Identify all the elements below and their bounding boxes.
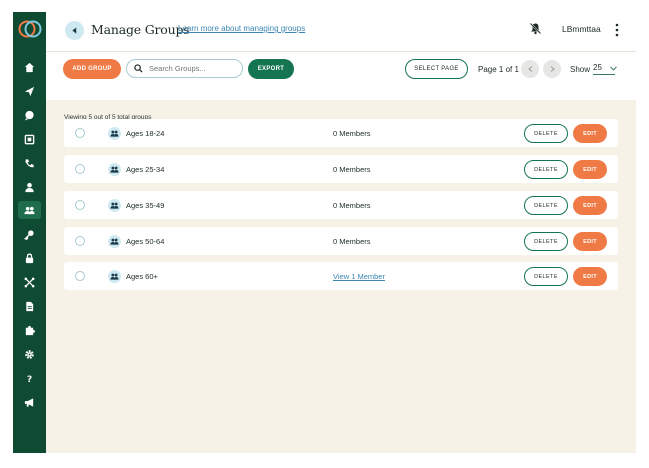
help-icon[interactable]: ? xyxy=(18,369,41,387)
puzzle-icon[interactable] xyxy=(18,321,41,339)
row-checkbox[interactable] xyxy=(75,200,85,210)
group-icon xyxy=(108,127,121,140)
user-icon[interactable] xyxy=(18,178,41,196)
group-name: Ages 60+ xyxy=(126,272,158,281)
edit-button[interactable]: EDIT xyxy=(573,232,607,251)
row-checkbox[interactable] xyxy=(75,271,85,281)
network-icon[interactable] xyxy=(18,273,41,291)
username[interactable]: LBmmttaa xyxy=(562,24,601,34)
key-icon[interactable] xyxy=(18,225,41,243)
export-button[interactable]: EXPORT xyxy=(248,59,294,79)
back-arrow-icon xyxy=(72,27,77,34)
group-icon xyxy=(108,270,121,283)
page-indicator: Page 1 of 1 xyxy=(478,65,519,74)
delete-button[interactable]: DELETE xyxy=(524,232,568,251)
group-row: Ages 35-49 0 Members DELETE EDIT xyxy=(64,191,618,219)
member-count: 0 Members xyxy=(333,237,371,246)
delete-button[interactable]: DELETE xyxy=(524,124,568,143)
add-group-button[interactable]: ADD GROUP xyxy=(63,59,121,79)
search-box xyxy=(126,59,243,78)
group-name: Ages 35-49 xyxy=(126,201,165,210)
group-name: Ages 18-24 xyxy=(126,129,165,138)
group-name: Ages 50-64 xyxy=(126,237,165,246)
notifications-muted-icon[interactable] xyxy=(529,22,542,35)
more-options-icon[interactable] xyxy=(612,22,622,38)
groups-icon[interactable] xyxy=(18,201,41,219)
group-row: Ages 25-34 0 Members DELETE EDIT xyxy=(64,155,618,183)
search-input[interactable] xyxy=(149,62,237,75)
chevron-down-icon xyxy=(610,66,617,71)
member-count: 0 Members xyxy=(333,165,371,174)
member-count: 0 Members xyxy=(333,129,371,138)
page-size-value: 25 xyxy=(593,63,602,72)
document-icon[interactable] xyxy=(18,297,41,315)
group-row: Ages 60+ View 1 Member DELETE EDIT xyxy=(64,262,618,290)
gear-icon[interactable] xyxy=(18,345,41,363)
help-link[interactable]: Learn more about managing groups xyxy=(178,24,305,33)
row-checkbox[interactable] xyxy=(75,236,85,246)
send-icon[interactable] xyxy=(18,82,41,100)
chat-icon[interactable] xyxy=(18,106,41,124)
inbox-icon[interactable] xyxy=(18,130,41,148)
sidebar: ? xyxy=(13,12,46,453)
edit-button[interactable]: EDIT xyxy=(573,160,607,179)
group-icon xyxy=(108,199,121,212)
next-page-button[interactable] xyxy=(543,60,561,78)
phone-icon[interactable] xyxy=(18,154,41,172)
row-checkbox[interactable] xyxy=(75,164,85,174)
chevron-right-icon xyxy=(550,66,555,72)
select-page-button[interactable]: SELECT PAGE xyxy=(405,59,468,79)
main-content: Manage Groups Learn more about managing … xyxy=(46,12,636,453)
group-row: Ages 50-64 0 Members DELETE EDIT xyxy=(64,227,618,255)
edit-button[interactable]: EDIT xyxy=(573,124,607,143)
view-members-link[interactable]: View 1 Member xyxy=(333,272,385,281)
group-row: Ages 18-24 0 Members DELETE EDIT xyxy=(64,119,618,147)
edit-button[interactable]: EDIT xyxy=(573,267,607,286)
top-bar: Manage Groups Learn more about managing … xyxy=(46,12,636,52)
delete-button[interactable]: DELETE xyxy=(524,160,568,179)
delete-button[interactable]: DELETE xyxy=(524,267,568,286)
megaphone-icon[interactable] xyxy=(18,393,41,411)
show-label: Show xyxy=(570,65,591,74)
page-title: Manage Groups xyxy=(91,22,190,37)
group-icon xyxy=(108,235,121,248)
member-count: 0 Members xyxy=(333,201,371,210)
page-size-select[interactable]: 25 xyxy=(593,63,617,75)
group-name: Ages 25-34 xyxy=(126,165,165,174)
group-icon xyxy=(108,163,121,176)
edit-button[interactable]: EDIT xyxy=(573,196,607,215)
svg-text:?: ? xyxy=(27,374,32,384)
prev-page-button[interactable] xyxy=(521,60,539,78)
search-icon xyxy=(134,64,143,73)
app-logo[interactable] xyxy=(18,18,42,40)
delete-button[interactable]: DELETE xyxy=(524,196,568,215)
lock-icon[interactable] xyxy=(18,249,41,267)
back-button[interactable] xyxy=(65,21,84,40)
app-window: ? Manage Groups Learn more about managin… xyxy=(13,12,636,453)
chevron-left-icon xyxy=(527,66,532,72)
row-checkbox[interactable] xyxy=(75,128,85,138)
home-icon[interactable] xyxy=(18,58,41,76)
